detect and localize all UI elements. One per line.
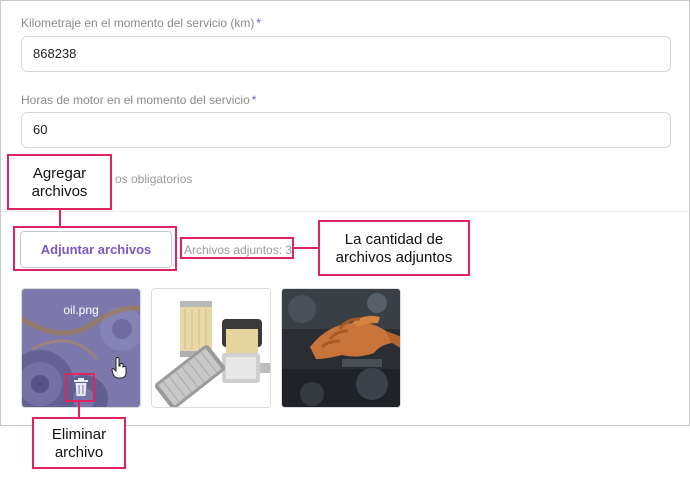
callout-delete-file-line1: Eliminar bbox=[51, 426, 107, 443]
count-connector bbox=[293, 247, 319, 249]
callout-add-files: Agregar archivos bbox=[7, 154, 112, 210]
service-form-panel: Kilometraje en el momento del servicio (… bbox=[0, 0, 690, 426]
mileage-label-text: Kilometraje en el momento del servicio (… bbox=[21, 16, 255, 30]
attachment-thumb-engine[interactable] bbox=[281, 288, 401, 408]
attachment-filename: oil.png bbox=[63, 303, 99, 317]
callout-delete-file-line2: archivo bbox=[54, 444, 104, 461]
mileage-input[interactable]: 868238 bbox=[21, 36, 671, 72]
callout-file-count: La cantidad de archivos adjuntos bbox=[318, 220, 470, 276]
section-divider bbox=[1, 211, 689, 212]
add-files-connector bbox=[59, 208, 61, 227]
engine-hours-input[interactable]: 60 bbox=[21, 112, 671, 148]
hand-cursor-icon bbox=[111, 357, 127, 379]
required-asterisk: * bbox=[251, 93, 257, 107]
callout-file-count-line2: archivos adjuntos bbox=[335, 249, 453, 266]
engine-hand-image bbox=[282, 289, 400, 407]
mileage-value: 868238 bbox=[33, 46, 77, 61]
attachment-thumb-filters[interactable] bbox=[151, 288, 271, 408]
count-highlight bbox=[180, 237, 294, 259]
engine-hours-value: 60 bbox=[33, 122, 48, 137]
required-asterisk: * bbox=[256, 16, 262, 30]
callout-delete-file: Eliminar archivo bbox=[32, 417, 126, 469]
mileage-label: Kilometraje en el momento del servicio (… bbox=[21, 16, 261, 30]
attach-button-highlight bbox=[13, 226, 177, 271]
engine-hours-label: Horas de motor en el momento del servici… bbox=[21, 93, 256, 107]
trash-highlight bbox=[65, 373, 95, 402]
filters-image bbox=[152, 289, 270, 407]
engine-hours-label-text: Horas de motor en el momento del servici… bbox=[21, 93, 250, 107]
callout-add-files-line1: Agregar bbox=[32, 165, 87, 182]
delete-connector bbox=[78, 401, 80, 418]
callout-add-files-line2: archivos bbox=[31, 183, 88, 200]
required-fields-note: os obligatorios bbox=[115, 172, 193, 186]
callout-file-count-line1: La cantidad de bbox=[344, 231, 444, 248]
